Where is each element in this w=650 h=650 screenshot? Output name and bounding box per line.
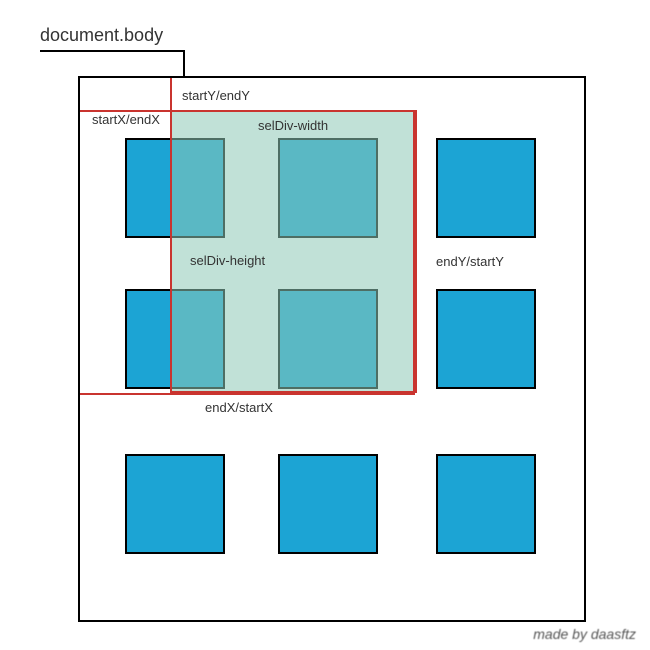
label-starty: startY/endY bbox=[182, 88, 250, 103]
label-endy: endY/startY bbox=[436, 254, 504, 269]
guide-bottom-horizontal bbox=[80, 393, 415, 395]
element-box bbox=[436, 138, 536, 238]
guide-right-vertical bbox=[415, 110, 417, 393]
title-bracket-horizontal bbox=[40, 50, 183, 52]
diagram-stage: document.body startX/endX startY/endY se… bbox=[0, 0, 650, 650]
title-bracket-vertical bbox=[183, 50, 185, 76]
grid-cell bbox=[416, 259, 584, 440]
document-body-box: startX/endX startY/endY selDiv-width sel… bbox=[78, 76, 586, 622]
element-box bbox=[436, 454, 536, 554]
grid-cell bbox=[416, 78, 584, 259]
grid-cell bbox=[248, 439, 416, 620]
label-startx: startX/endX bbox=[92, 112, 160, 127]
label-height: selDiv-height bbox=[190, 253, 265, 268]
label-endx: endX/startX bbox=[205, 400, 273, 415]
element-box bbox=[278, 454, 378, 554]
grid-cell bbox=[416, 439, 584, 620]
grid-cell bbox=[80, 439, 248, 620]
guide-top-vertical bbox=[170, 78, 172, 110]
element-box bbox=[125, 454, 225, 554]
page-title: document.body bbox=[40, 25, 163, 46]
label-width: selDiv-width bbox=[258, 118, 328, 133]
element-box bbox=[436, 289, 536, 389]
selection-box[interactable] bbox=[170, 110, 415, 393]
credit-text: made by daasftz bbox=[533, 626, 636, 642]
